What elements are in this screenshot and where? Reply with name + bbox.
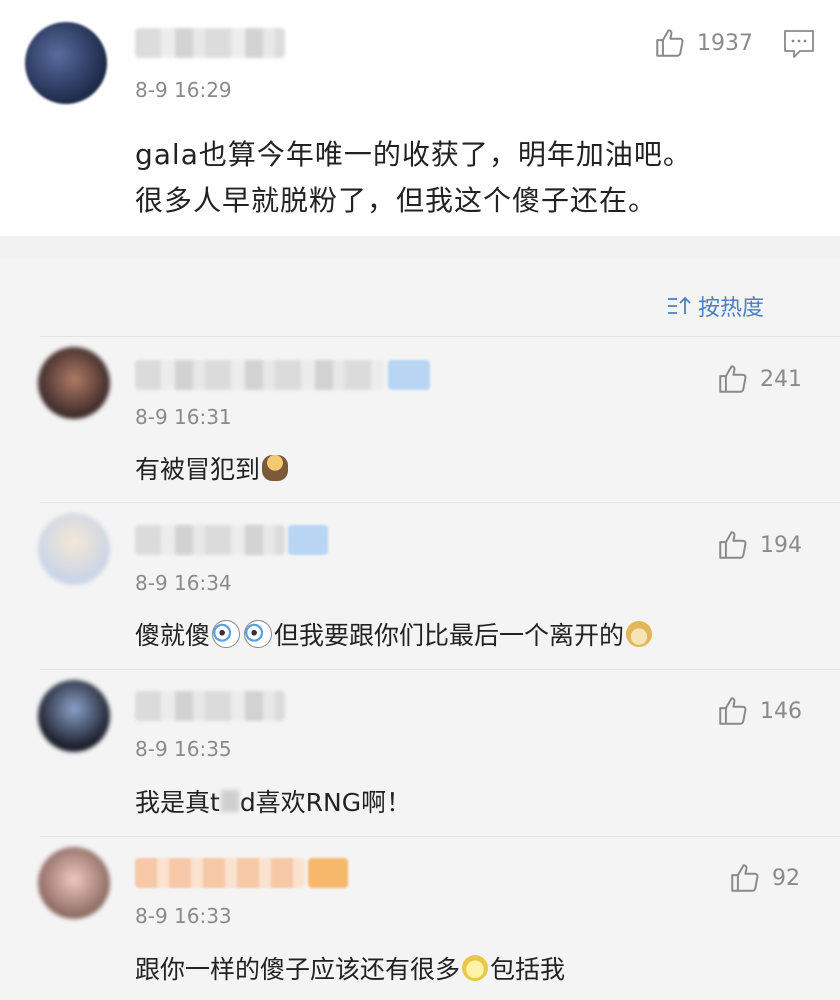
crying-panda-emoji-icon xyxy=(212,620,241,648)
post-time: 8-9 16:29 xyxy=(135,78,232,102)
divider xyxy=(40,669,840,670)
comment-text: 傻就傻 但我要跟你们比最后一个离开的 xyxy=(135,616,654,652)
like-count: 1937 xyxy=(697,30,753,56)
comment-text-part: 傻就傻 xyxy=(135,621,211,650)
blurred-username[interactable] xyxy=(135,858,305,888)
commenter-avatar[interactable] xyxy=(38,680,110,752)
comment-text: 我是真t d喜欢RNG啊！ xyxy=(135,783,411,819)
like-button[interactable]: 194 xyxy=(716,528,802,562)
commenter-avatar[interactable] xyxy=(38,847,110,919)
divider xyxy=(40,336,840,337)
blurred-username[interactable] xyxy=(135,28,285,58)
censored-blur xyxy=(220,790,239,812)
comment-text: 跟你一样的傻子应该还有很多 包括我 xyxy=(135,950,565,986)
like-count: 241 xyxy=(760,366,802,392)
comment-text-part: 但我要跟你们比最后一个离开的 xyxy=(274,621,625,650)
thumbs-up-icon xyxy=(656,29,684,57)
like-count: 194 xyxy=(760,532,802,558)
sort-label: 按热度 xyxy=(698,296,765,321)
comment-text-part: d喜欢RNG啊！ xyxy=(239,788,412,817)
like-count: 92 xyxy=(772,865,800,891)
thumbs-up-icon xyxy=(731,864,759,892)
like-button[interactable]: 1937 xyxy=(653,26,753,60)
comment-text-part: 跟你一样的傻子应该还有很多 xyxy=(135,955,461,984)
sort-arrows-icon xyxy=(668,296,691,314)
comment-bubble-icon[interactable] xyxy=(782,28,816,60)
blurred-username[interactable] xyxy=(135,525,285,555)
sitting-person-emoji-icon xyxy=(262,455,289,481)
comment-text-part: 包括我 xyxy=(490,955,566,984)
like-button[interactable]: 241 xyxy=(716,362,802,396)
comment-time: 8-9 16:34 xyxy=(135,571,232,595)
sort-toggle[interactable]: 按热度 xyxy=(666,290,764,322)
blurred-badge xyxy=(388,360,430,390)
comment-time: 8-9 16:35 xyxy=(135,737,232,761)
thumbs-up-icon xyxy=(719,531,747,559)
thumbs-up-icon xyxy=(719,365,747,393)
like-count: 146 xyxy=(760,698,802,724)
comment-time: 8-9 16:33 xyxy=(135,904,232,928)
thumbs-up-icon xyxy=(719,697,747,725)
commenter-avatar[interactable] xyxy=(38,347,110,419)
blurred-username[interactable] xyxy=(135,691,285,721)
pear-face-emoji-icon xyxy=(462,955,489,981)
divider xyxy=(40,502,840,503)
comment-text-part: 我是真t xyxy=(135,788,220,817)
doge-emoji-icon xyxy=(626,621,653,647)
blurred-badge xyxy=(308,858,348,888)
crying-panda-emoji-icon xyxy=(244,620,273,648)
main-post: 8-9 16:29 1937 gala也算今年唯一的收获了，明年加油吧。 很多人… xyxy=(0,0,840,236)
blurred-username[interactable] xyxy=(135,360,385,390)
blurred-badge xyxy=(288,525,328,555)
comment-text-part: 有被冒犯到 xyxy=(135,455,261,484)
user-avatar[interactable] xyxy=(25,22,107,104)
divider xyxy=(40,836,840,837)
commenter-avatar[interactable] xyxy=(38,513,110,585)
post-line-1: gala也算今年唯一的收获了，明年加油吧。 xyxy=(135,138,692,171)
like-button[interactable]: 146 xyxy=(716,694,802,728)
like-button[interactable]: 92 xyxy=(728,861,800,895)
comment-text: 有被冒犯到 xyxy=(135,450,290,486)
post-line-2: 很多人早就脱粉了，但我这个傻子还在。 xyxy=(135,184,658,217)
comment-time: 8-9 16:31 xyxy=(135,405,232,429)
post-body: gala也算今年唯一的收获了，明年加油吧。 很多人早就脱粉了，但我这个傻子还在。 xyxy=(135,132,815,224)
